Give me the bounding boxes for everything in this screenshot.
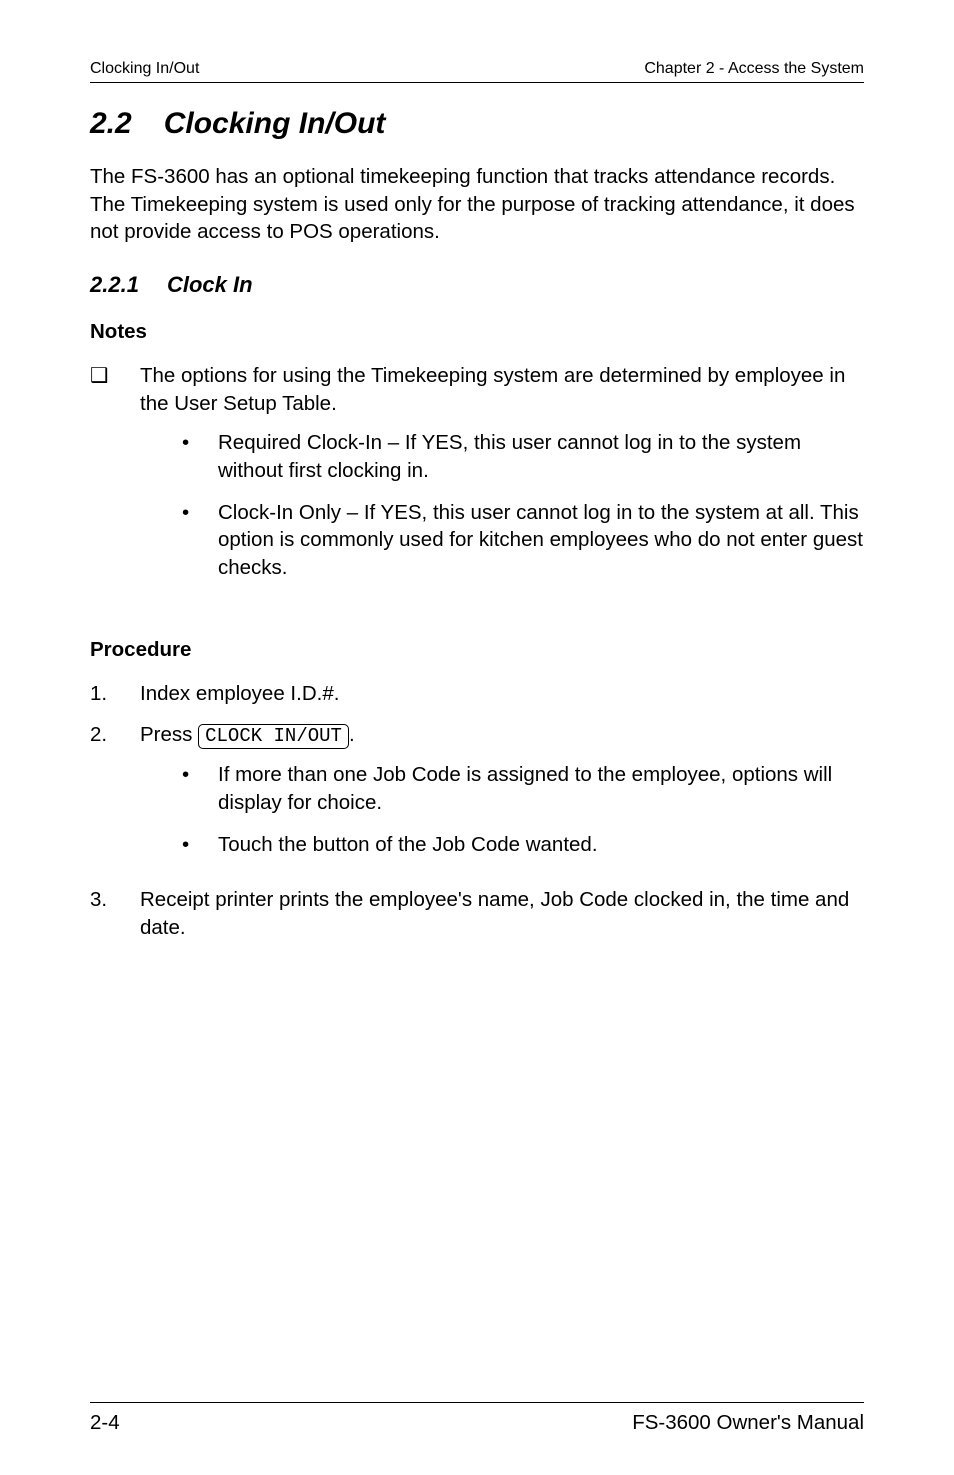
page-footer: 2-4 FS-3600 Owner's Manual — [90, 1402, 864, 1435]
page-header: Clocking In/Out Chapter 2 - Access the S… — [90, 60, 864, 83]
note-text: The options for using the Timekeeping sy… — [140, 364, 845, 415]
note-item: ❑ The options for using the Timekeeping … — [90, 362, 864, 596]
procedure-step: 2. Press CLOCK IN/OUT. • If more than on… — [90, 721, 864, 872]
notes-list: ❑ The options for using the Timekeeping … — [90, 362, 864, 610]
procedure-step: 1. Index employee I.D.#. — [90, 680, 864, 708]
procedure-step: 3. Receipt printer prints the employee's… — [90, 886, 864, 941]
step-text-suffix: . — [349, 723, 355, 746]
step-text: Receipt printer prints the employee's na… — [140, 886, 864, 941]
step-text: Index employee I.D.#. — [140, 680, 339, 708]
intro-paragraph: The FS-3600 has an optional timekeeping … — [90, 163, 864, 246]
footer-page-number: 2-4 — [90, 1411, 120, 1435]
step-number: 2. — [90, 721, 118, 872]
header-right: Chapter 2 - Access the System — [644, 60, 864, 78]
section-title: Clocking In/Out — [164, 107, 386, 141]
notes-heading: Notes — [90, 320, 864, 344]
step-sub-bullets: • If more than one Job Code is assigned … — [140, 761, 864, 858]
section-number: 2.2 — [90, 107, 132, 141]
note-body: The options for using the Timekeeping sy… — [140, 362, 864, 596]
step-number: 3. — [90, 886, 118, 941]
checkbox-icon: ❑ — [90, 362, 118, 596]
bullet-text: If more than one Job Code is assigned to… — [218, 761, 864, 816]
bullet-icon: • — [182, 761, 198, 816]
bullet-icon: • — [182, 429, 198, 484]
bullet-text: Required Clock-In – If YES, this user ca… — [218, 429, 864, 484]
bullet-text: Touch the button of the Job Code wanted. — [218, 831, 598, 859]
procedure-heading: Procedure — [90, 638, 864, 662]
list-item: • Required Clock-In – If YES, this user … — [182, 429, 864, 484]
list-item: • Clock-In Only – If YES, this user cann… — [182, 499, 864, 582]
list-item: • If more than one Job Code is assigned … — [182, 761, 864, 816]
note-sub-bullets: • Required Clock-In – If YES, this user … — [140, 429, 864, 581]
keycap: CLOCK IN/OUT — [198, 724, 349, 749]
section-heading: 2.2 Clocking In/Out — [90, 107, 864, 141]
procedure-list: 1. Index employee I.D.#. 2. Press CLOCK … — [90, 680, 864, 956]
subsection-number: 2.2.1 — [90, 272, 139, 298]
bullet-icon: • — [182, 831, 198, 859]
list-item: • Touch the button of the Job Code wante… — [182, 831, 864, 859]
step-body: Press CLOCK IN/OUT. • If more than one J… — [140, 721, 864, 872]
header-left: Clocking In/Out — [90, 60, 199, 78]
bullet-text: Clock-In Only – If YES, this user cannot… — [218, 499, 864, 582]
step-text-prefix: Press — [140, 723, 198, 746]
footer-manual-title: FS-3600 Owner's Manual — [632, 1411, 864, 1435]
subsection-heading: 2.2.1 Clock In — [90, 272, 864, 298]
bullet-icon: • — [182, 499, 198, 582]
step-number: 1. — [90, 680, 118, 708]
subsection-title: Clock In — [167, 272, 253, 298]
